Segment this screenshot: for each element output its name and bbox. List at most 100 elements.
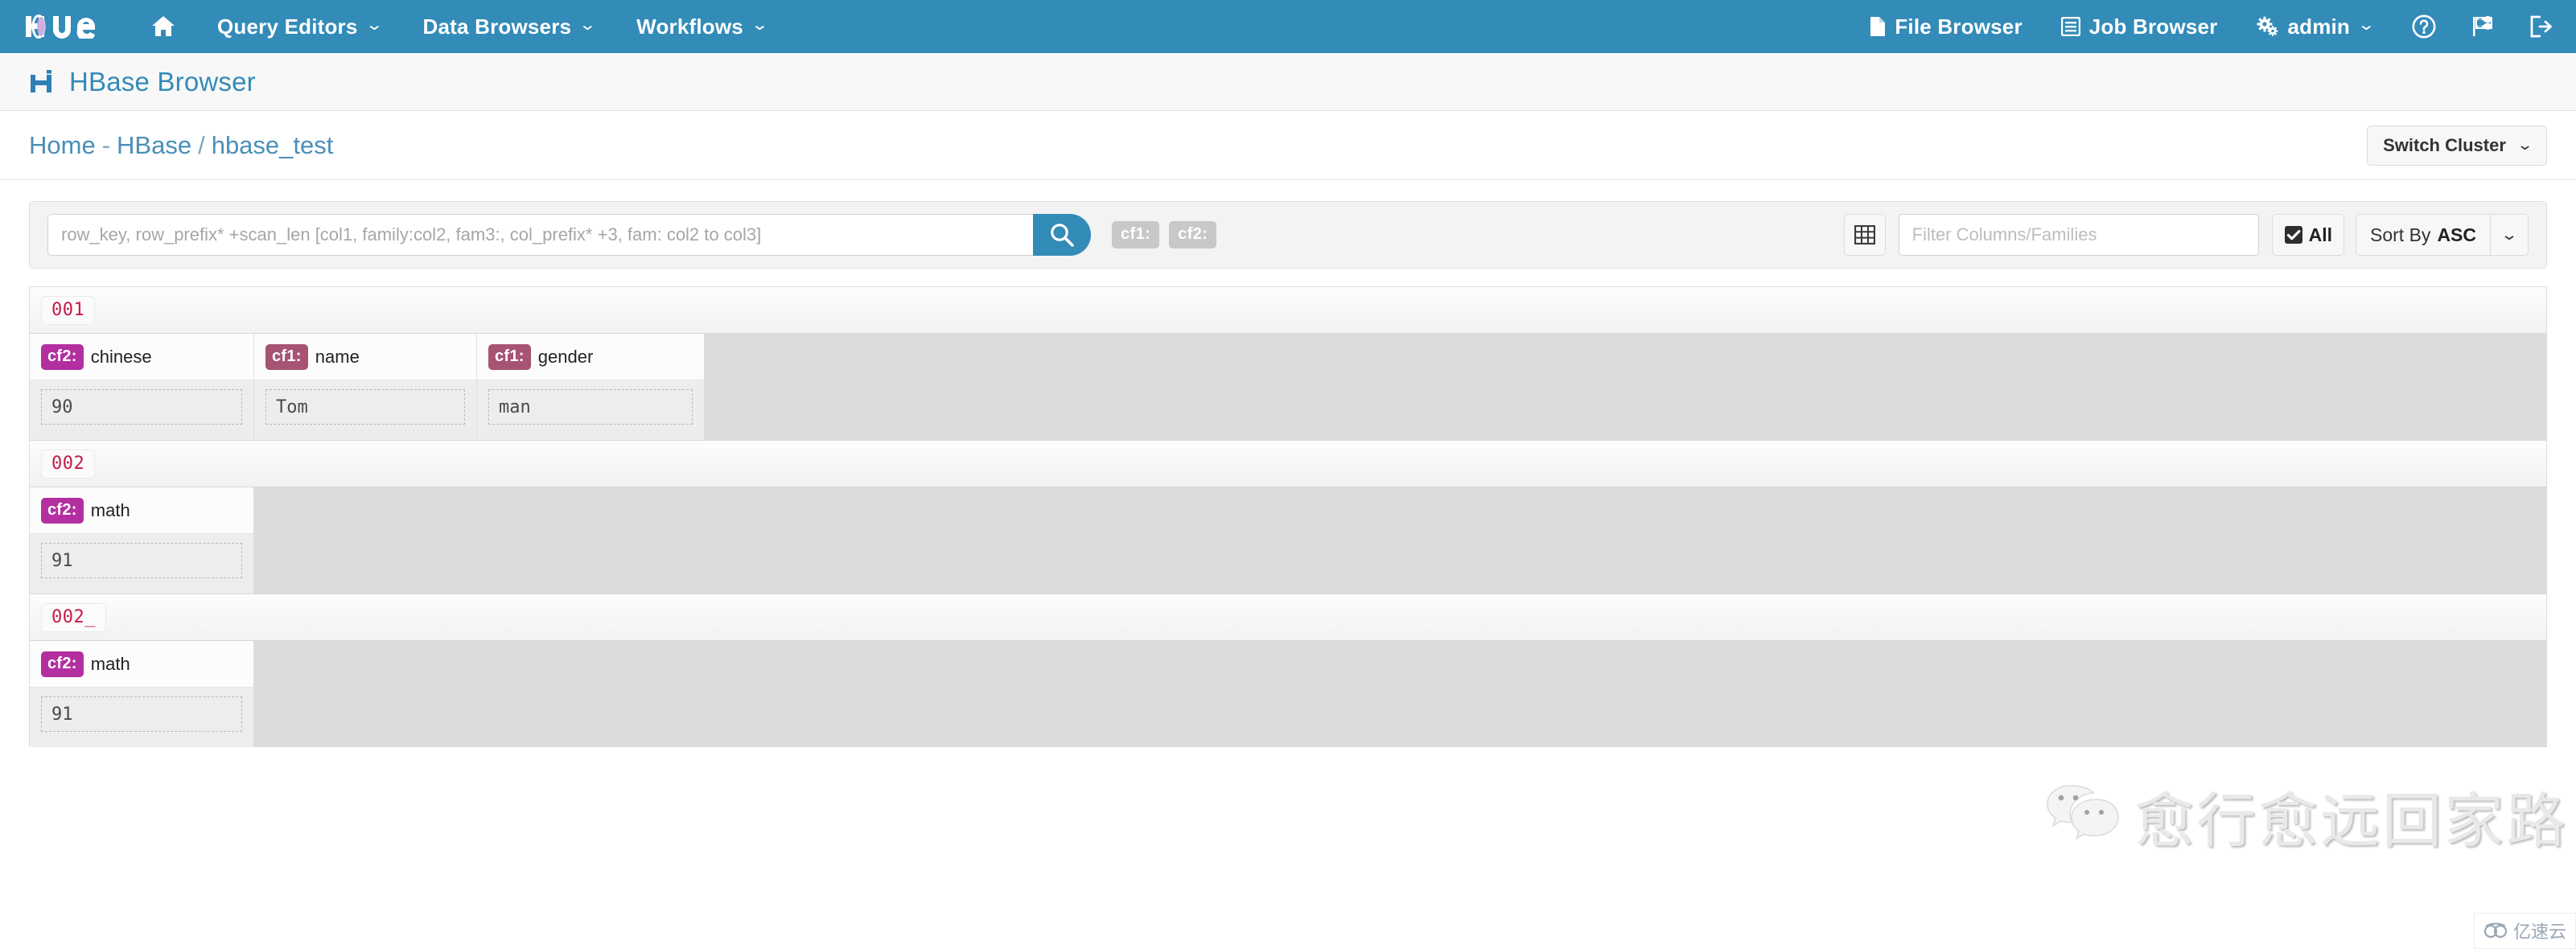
table-row: 002_ cf2: math 91 [30,594,2546,747]
cell-value[interactable]: 90 [41,389,242,425]
column-qualifier-label: gender [537,346,594,367]
gears-icon [2256,16,2278,37]
row-columns: cf2: math 91 [30,487,2546,594]
row-key-chip[interactable]: 002_ [41,602,106,632]
cell-header: cf2: math [30,641,253,688]
cell-value[interactable]: 91 [41,543,242,578]
toolbar-wrapper: cf1: cf2: All [0,180,2576,269]
wechat-watermark: 愈行愈远回家路 [2046,773,2568,859]
nav-job-browser[interactable]: Job Browser [2060,14,2218,39]
nav-admin-menu[interactable]: admin ⌄ [2256,14,2376,39]
breadcrumb-home[interactable]: Home [29,131,96,160]
sort-direction-label: ASC [2437,224,2476,245]
file-icon [1870,16,1886,37]
column-family-badge: cf2: [41,343,84,370]
row-key-chip[interactable]: 001 [41,295,96,325]
filter-columns-input[interactable] [1898,214,2259,256]
nav-admin-label: admin [2287,14,2351,39]
cell-body: Tom [254,380,476,440]
help-icon[interactable] [2412,14,2436,39]
table-row: 002 cf2: math 91 [30,441,2546,594]
column-family-badge: cf2: [41,497,84,524]
column-qualifier-label: chinese [90,346,152,367]
nav-workflows[interactable]: Workflows ⌄ [636,14,769,39]
cell-body: 91 [30,534,253,594]
cell-value[interactable]: Tom [265,389,465,425]
brand-badge-text: 亿速云 [2512,922,2566,943]
nav-file-browser[interactable]: File Browser [1870,14,2023,39]
search-icon [1051,224,1074,247]
nav-file-browser-label: File Browser [1895,14,2023,39]
column-qualifier-label: math [90,653,130,674]
row-columns: cf2: math 91 [30,641,2546,747]
table-cell: cf2: math 91 [30,641,254,747]
chevron-down-icon: ⌄ [2516,137,2534,153]
search-group [47,214,1091,256]
row-key-bar[interactable]: 002_ [30,594,2546,641]
nav-data-browsers[interactable]: Data Browsers ⌄ [422,14,598,39]
breadcrumb-dash: - [101,130,111,159]
cell-body: 90 [30,380,253,440]
row-key-bar[interactable]: 001 [30,287,2546,334]
nav-query-editors[interactable]: Query Editors ⌄ [217,14,383,39]
chevron-down-icon: ⌄ [750,16,769,34]
search-button[interactable] [1033,214,1091,256]
cf-tag-cf2[interactable]: cf2: [1169,221,1217,249]
list-icon [2060,17,2080,36]
row-key-chip[interactable]: 002 [41,449,96,479]
select-all-label: All [2308,224,2333,245]
breadcrumb-slash: / [198,130,205,159]
column-family-badge: cf2: [41,651,84,677]
breadcrumb-table[interactable]: hbase_test [212,131,334,160]
checkbox-checked-icon [2284,225,2303,244]
home-glyph-icon [152,16,175,36]
hue-logo[interactable] [24,0,97,53]
cell-body: man [477,380,704,440]
nav-workflows-label: Workflows [636,14,743,39]
hbase-logo-icon [29,68,56,96]
table-grid-icon-button[interactable] [1843,214,1886,256]
navbar-right-group: File Browser Job Browser admin ⌄ [1870,14,2552,39]
brand-badge: 亿速云 [2473,913,2576,949]
row-key-bar[interactable]: 002 [30,441,2546,487]
hue-wordmark-icon [26,14,95,39]
breadcrumb: Home - HBase / hbase_test [29,131,333,160]
chevron-down-icon: ⌄ [578,16,598,34]
cell-header: cf1: name [254,334,476,380]
sort-group: Sort By ASC ⌄ [2356,214,2529,256]
sort-by-button[interactable]: Sort By ASC [2356,214,2490,256]
cell-body: 91 [30,688,253,747]
sort-dropdown-toggle[interactable]: ⌄ [2490,214,2529,256]
select-all-button[interactable]: All [2271,214,2345,256]
cell-value[interactable]: 91 [41,696,242,732]
table-grid-icon [1854,225,1875,244]
breadcrumb-cluster[interactable]: HBase [117,131,191,160]
home-icon[interactable] [151,15,175,38]
nav-data-browsers-label: Data Browsers [422,14,572,39]
cell-header: cf2: chinese [30,334,253,380]
table-row: 001 cf2: chinese 90 cf1: name Tom cf1: g… [30,287,2546,441]
page-title-bar: HBase Browser [0,53,2576,111]
top-navbar: Query Editors ⌄ Data Browsers ⌄ Workflow… [0,0,2576,53]
chevron-down-icon: ⌄ [2357,16,2376,34]
table-cell: cf2: math 91 [30,487,254,594]
switch-cluster-button[interactable]: Switch Cluster ⌄ [2367,125,2547,166]
logout-icon[interactable] [2529,15,2552,38]
cell-header: cf2: math [30,487,253,534]
row-columns: cf2: chinese 90 cf1: name Tom cf1: gende… [30,334,2546,440]
flag-icon[interactable] [2471,15,2494,38]
watermark-text: 愈行愈远回家路 [2134,787,2568,856]
column-family-tags: cf1: cf2: [1112,221,1226,249]
column-family-badge: cf1: [265,343,308,370]
column-qualifier-label: math [90,499,130,520]
wechat-icon [2046,783,2120,849]
cell-value[interactable]: man [488,389,693,425]
cf-tag-cf1[interactable]: cf1: [1112,221,1160,249]
nav-job-browser-label: Job Browser [2088,14,2218,39]
toolbar-right-group: All Sort By ASC ⌄ [1843,214,2529,256]
page-title: HBase Browser [69,66,256,97]
nav-query-editors-label: Query Editors [217,14,358,39]
table-cell: cf1: name Tom [254,334,477,440]
row-empty-space [254,487,2546,594]
search-input[interactable] [47,214,1033,256]
